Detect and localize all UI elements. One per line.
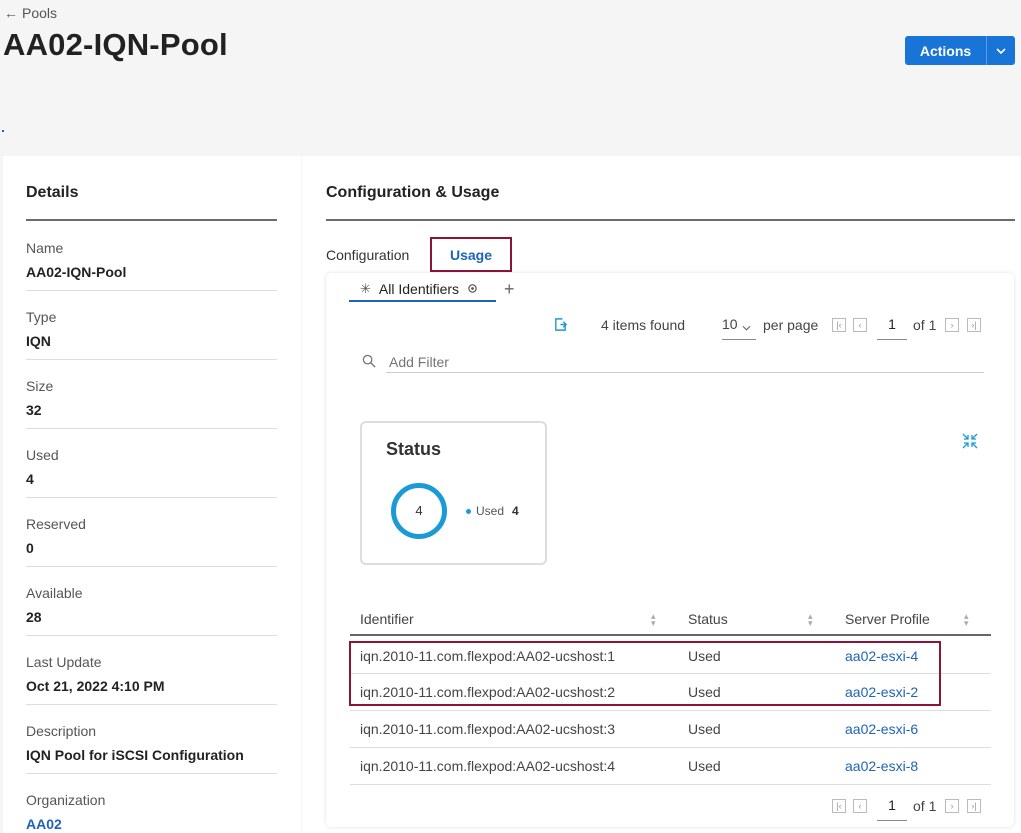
table-row-divider: [350, 784, 991, 785]
tab-configuration[interactable]: Configuration: [326, 247, 409, 263]
field-value-available: 28: [26, 609, 42, 625]
legend-dot: [466, 509, 471, 514]
details-title: Details: [26, 184, 79, 201]
table-header-rule: [350, 634, 991, 636]
add-filter-input[interactable]: [386, 352, 984, 373]
config-usage-divider: [326, 219, 1015, 221]
first-page-icon[interactable]: |‹: [832, 799, 846, 813]
page-title: AA02-IQN-Pool: [3, 27, 228, 62]
page-number-input[interactable]: 1: [877, 316, 907, 340]
asterisk-icon: ✳: [360, 281, 371, 296]
collapse-icon[interactable]: [962, 433, 978, 454]
column-header-identifier[interactable]: Identifier: [360, 611, 414, 627]
field-label-used: Used: [26, 447, 59, 463]
page-of-label: of 1: [913, 798, 937, 814]
field-value-name: AA02-IQN-Pool: [26, 264, 127, 280]
config-usage-title: Configuration & Usage: [326, 184, 500, 201]
chevron-down-icon: [742, 318, 751, 336]
field-divider: [26, 359, 277, 360]
field-label-name: Name: [26, 240, 64, 256]
row-highlight-box: [349, 641, 941, 706]
cell-status: Used: [688, 721, 721, 737]
server-profile-link[interactable]: aa02-esxi-6: [845, 721, 918, 737]
details-divider: [26, 219, 277, 221]
last-page-icon[interactable]: ›|: [967, 799, 981, 813]
field-label-description: Description: [26, 723, 97, 739]
back-to-pools-link[interactable]: ← Pools: [4, 5, 57, 21]
first-page-icon[interactable]: |‹: [832, 318, 846, 332]
table-row-divider: [350, 710, 991, 711]
chevron-down-icon[interactable]: [987, 36, 1015, 65]
per-page-label: per page: [763, 317, 819, 333]
prev-page-icon[interactable]: ‹: [853, 799, 867, 813]
field-label-type: Type: [26, 309, 57, 325]
add-tab-icon[interactable]: +: [504, 279, 515, 300]
field-label-available: Available: [26, 585, 83, 601]
field-divider: [26, 497, 277, 498]
field-value-size: 32: [26, 402, 42, 418]
status-widget-title: Status: [386, 439, 442, 459]
decorative-dot: [2, 130, 4, 132]
status-total: 4: [415, 503, 423, 518]
next-page-icon[interactable]: ›: [945, 318, 959, 332]
column-header-status[interactable]: Status: [688, 611, 728, 627]
export-icon[interactable]: [553, 317, 568, 337]
table-row-divider: [350, 747, 991, 748]
next-page-icon[interactable]: ›: [945, 799, 959, 813]
per-page-select[interactable]: 10: [722, 316, 756, 340]
field-divider: [26, 773, 277, 774]
column-header-server-profile[interactable]: Server Profile: [845, 611, 930, 627]
tab-usage[interactable]: Usage: [430, 237, 512, 272]
organization-link[interactable]: AA02: [26, 816, 62, 832]
sort-icon[interactable]: ▴ ▾: [651, 612, 656, 628]
field-label-last-update: Last Update: [26, 654, 102, 670]
sort-icon[interactable]: ▴ ▾: [964, 612, 969, 628]
cell-status: Used: [688, 758, 721, 774]
field-divider: [26, 428, 277, 429]
settings-icon[interactable]: [467, 281, 478, 297]
field-value-used: 4: [26, 471, 34, 487]
subtab-all-identifiers[interactable]: ✳ All Identifiers: [360, 281, 478, 297]
search-icon: [362, 354, 377, 374]
items-found-count: 4 items found: [601, 317, 686, 333]
subtab-active-indicator: [349, 300, 496, 302]
cell-identifier: iqn.2010-11.com.flexpod:AA02-ucshost:3: [360, 721, 616, 737]
cell-identifier: iqn.2010-11.com.flexpod:AA02-ucshost:4: [360, 758, 616, 774]
back-link-label: Pools: [22, 5, 58, 21]
page-of-label: of 1: [913, 317, 937, 333]
page-number-input[interactable]: 1: [877, 797, 907, 821]
field-label-organization: Organization: [26, 792, 106, 808]
field-divider: [26, 566, 277, 567]
subtab-label: All Identifiers: [378, 281, 460, 297]
field-value-last-update: Oct 21, 2022 4:10 PM: [26, 678, 165, 694]
field-label-size: Size: [26, 378, 54, 394]
field-divider: [26, 290, 277, 291]
legend-label: Used: [476, 504, 505, 518]
field-value-description: IQN Pool for iSCSI Configuration: [26, 747, 244, 763]
field-divider: [26, 635, 277, 636]
sort-icon[interactable]: ▴ ▾: [808, 612, 813, 628]
field-value-type: IQN: [26, 333, 51, 349]
server-profile-link[interactable]: aa02-esxi-8: [845, 758, 918, 774]
actions-button-label[interactable]: Actions: [905, 36, 987, 65]
last-page-icon[interactable]: ›|: [967, 318, 981, 332]
per-page-value: 10: [722, 316, 738, 332]
field-divider: [26, 704, 277, 705]
arrow-left-icon: ←: [4, 5, 18, 21]
actions-button[interactable]: Actions: [905, 36, 1015, 65]
field-value-reserved: 0: [26, 540, 34, 556]
field-label-reserved: Reserved: [26, 516, 86, 532]
legend-value: 4: [512, 504, 519, 518]
prev-page-icon[interactable]: ‹: [853, 318, 867, 332]
